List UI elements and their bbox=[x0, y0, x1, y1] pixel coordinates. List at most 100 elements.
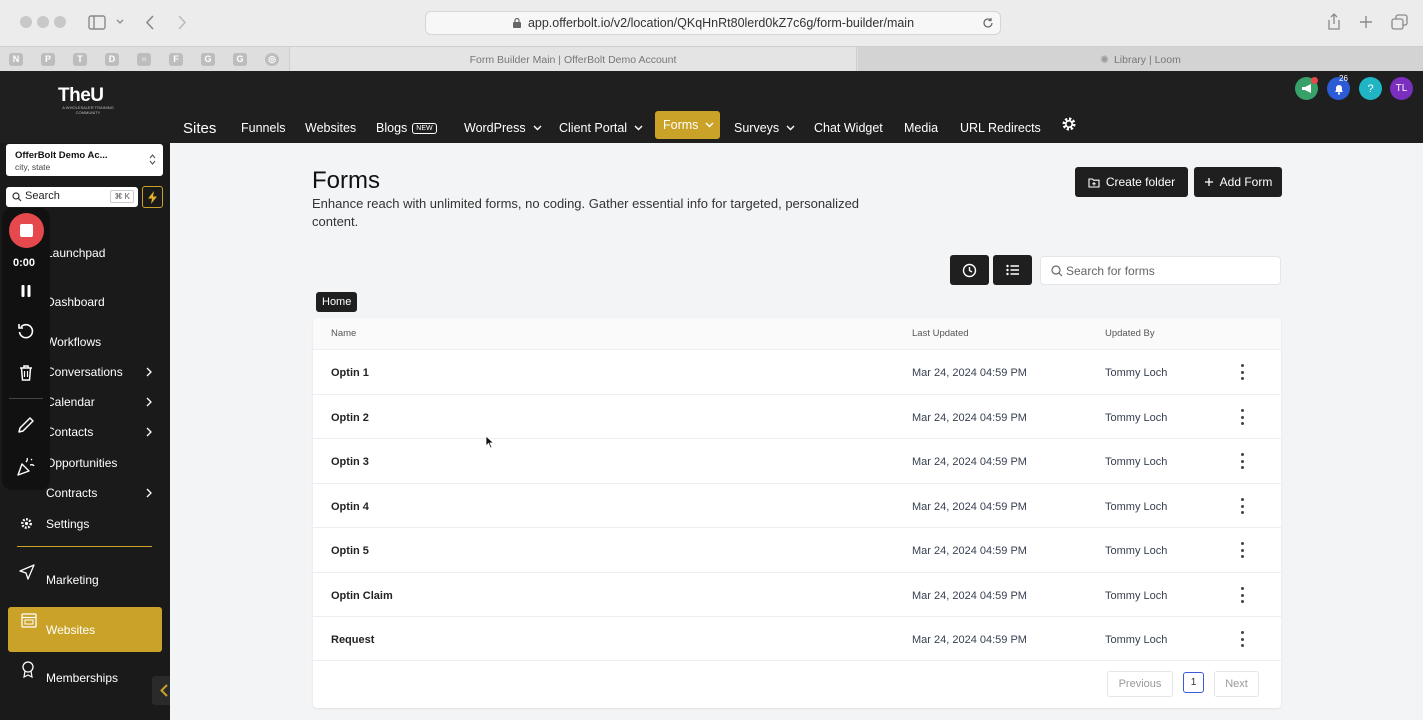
pinned-tab-favicon[interactable]: T bbox=[73, 53, 87, 66]
logo-text: TheU bbox=[58, 85, 104, 106]
nav-url-redirects[interactable]: URL Redirects bbox=[960, 117, 1041, 139]
table-row[interactable]: Optin 3 Mar 24, 2024 04:59 PM Tommy Loch bbox=[313, 438, 1281, 483]
sidebar-item-websites[interactable]: Websites bbox=[8, 607, 162, 652]
table-row[interactable]: Optin 4 Mar 24, 2024 04:59 PM Tommy Loch bbox=[313, 483, 1281, 528]
form-name[interactable]: Optin 1 bbox=[331, 350, 369, 395]
pinned-tab-favicon[interactable]: N bbox=[9, 53, 23, 66]
pencil-icon[interactable] bbox=[17, 416, 35, 434]
tab-form-builder[interactable]: Form Builder Main | OfferBolt Demo Accou… bbox=[289, 47, 857, 72]
table-row[interactable]: Optin 1 Mar 24, 2024 04:59 PM Tommy Loch bbox=[313, 349, 1281, 394]
nav-media[interactable]: Media bbox=[904, 117, 938, 139]
forms-search-input[interactable]: Search for forms bbox=[1040, 256, 1281, 285]
nav-websites[interactable]: Websites bbox=[305, 117, 356, 139]
nav-forms[interactable]: Forms bbox=[655, 111, 720, 139]
table-row[interactable]: Optin 5 Mar 24, 2024 04:59 PM Tommy Loch bbox=[313, 527, 1281, 572]
pagination-previous-button[interactable]: Previous bbox=[1107, 671, 1173, 697]
reload-icon[interactable] bbox=[982, 17, 994, 29]
more-actions-icon[interactable] bbox=[1239, 587, 1245, 603]
logo[interactable]: TheU bbox=[58, 85, 104, 107]
pagination-page-button[interactable]: 1 bbox=[1183, 672, 1204, 693]
sidebar-toggle-icon[interactable] bbox=[88, 15, 106, 30]
pause-icon[interactable] bbox=[20, 284, 32, 298]
form-name[interactable]: Optin 5 bbox=[331, 528, 369, 573]
sidebar-item-contacts[interactable]: Contacts bbox=[46, 425, 152, 439]
more-actions-icon[interactable] bbox=[1239, 542, 1245, 558]
confetti-icon[interactable] bbox=[16, 457, 36, 476]
new-tab-icon[interactable] bbox=[1359, 15, 1373, 29]
share-icon[interactable] bbox=[1326, 13, 1342, 31]
sidebar-item-settings[interactable]: Settings bbox=[46, 517, 89, 531]
pinned-tab-favicon[interactable]: G bbox=[201, 53, 215, 66]
recent-view-button[interactable] bbox=[950, 255, 989, 285]
nav-funnels[interactable]: Funnels bbox=[241, 117, 285, 139]
sidebar-item-label: Conversations bbox=[46, 365, 123, 379]
pinned-tab-favicon[interactable]: ◎ bbox=[265, 53, 279, 66]
avatar[interactable]: TL bbox=[1390, 77, 1413, 100]
more-actions-icon[interactable] bbox=[1239, 409, 1245, 425]
add-form-button[interactable]: Add Form bbox=[1194, 167, 1282, 197]
nav-client-portal[interactable]: Client Portal bbox=[559, 117, 643, 139]
nav-wordpress[interactable]: WordPress bbox=[464, 117, 542, 139]
stop-recording-button[interactable] bbox=[9, 213, 44, 248]
sidebar-search-input[interactable]: Search ⌘ K bbox=[6, 187, 138, 207]
sidebar-item-contracts[interactable]: Contracts bbox=[46, 486, 152, 500]
gear-icon[interactable] bbox=[1061, 116, 1077, 132]
announcement-button[interactable] bbox=[1295, 77, 1318, 100]
search-placeholder: Search for forms bbox=[1066, 264, 1155, 278]
restart-icon[interactable] bbox=[17, 322, 35, 340]
chevron-right-icon bbox=[146, 488, 152, 498]
pinned-tab-favicon[interactable]: P bbox=[41, 53, 55, 66]
more-actions-icon[interactable] bbox=[1239, 631, 1245, 647]
table-row[interactable]: Request Mar 24, 2024 04:59 PM Tommy Loch bbox=[313, 616, 1281, 661]
account-switcher[interactable]: OfferBolt Demo Ac... city, state bbox=[6, 144, 163, 176]
form-name[interactable]: Optin 3 bbox=[331, 439, 369, 484]
tab-loom-library[interactable]: ✺ Library | Loom bbox=[858, 47, 1423, 72]
form-name[interactable]: Request bbox=[331, 617, 374, 662]
list-view-button[interactable] bbox=[993, 255, 1032, 285]
pinned-tab-favicon[interactable]: D bbox=[105, 53, 119, 66]
sidebar-item-calendar[interactable]: Calendar bbox=[46, 395, 152, 409]
window-zoom-button[interactable] bbox=[54, 16, 66, 28]
pinned-tab-favicon[interactable]: F bbox=[169, 53, 183, 66]
help-button[interactable]: ? bbox=[1359, 77, 1382, 100]
sidebar-item-marketing[interactable]: Marketing bbox=[46, 573, 99, 587]
sidebar-item-workflows[interactable]: Workflows bbox=[46, 335, 101, 349]
nav-surveys[interactable]: Surveys bbox=[734, 117, 795, 139]
pinned-tab-favicon[interactable]: ♅ bbox=[137, 53, 151, 66]
pagination-next-button[interactable]: Next bbox=[1214, 671, 1259, 697]
column-header-updated-by[interactable]: Updated By bbox=[1105, 328, 1155, 339]
chevron-down-icon bbox=[634, 125, 643, 131]
forward-icon[interactable] bbox=[177, 15, 187, 30]
sidebar-item-dashboard[interactable]: Dashboard bbox=[46, 295, 105, 309]
table-row[interactable]: Optin Claim Mar 24, 2024 04:59 PM Tommy … bbox=[313, 572, 1281, 617]
column-header-name[interactable]: Name bbox=[331, 328, 356, 339]
chevron-down-icon[interactable] bbox=[116, 19, 124, 25]
more-actions-icon[interactable] bbox=[1239, 453, 1245, 469]
more-actions-icon[interactable] bbox=[1239, 364, 1245, 380]
form-name[interactable]: Optin 4 bbox=[331, 484, 369, 529]
trash-icon[interactable] bbox=[19, 364, 33, 381]
tab-overview-icon[interactable] bbox=[1391, 14, 1408, 30]
window-close-button[interactable] bbox=[20, 16, 32, 28]
quick-actions-button[interactable] bbox=[142, 186, 163, 208]
nav-label: Websites bbox=[305, 121, 357, 135]
sidebar-item-label: Launchpad bbox=[46, 246, 106, 260]
sidebar-item-launchpad[interactable]: Launchpad bbox=[46, 246, 105, 260]
sidebar-item-opportunities[interactable]: Opportunities bbox=[46, 456, 117, 470]
sidebar-item-memberships[interactable]: Memberships bbox=[46, 671, 118, 685]
sidebar-item-conversations[interactable]: Conversations bbox=[46, 365, 152, 379]
nav-blogs[interactable]: Blogs NEW bbox=[376, 117, 437, 139]
more-actions-icon[interactable] bbox=[1239, 498, 1245, 514]
table-row[interactable]: Optin 2 Mar 24, 2024 04:59 PM Tommy Loch bbox=[313, 394, 1281, 439]
column-header-last-updated[interactable]: Last Updated bbox=[912, 328, 969, 339]
settings-gear-icon bbox=[21, 518, 32, 529]
form-name[interactable]: Optin 2 bbox=[331, 395, 369, 440]
pinned-tab-favicon[interactable]: G bbox=[233, 53, 247, 66]
back-icon[interactable] bbox=[145, 15, 155, 30]
breadcrumb-home[interactable]: Home bbox=[316, 292, 358, 312]
form-name[interactable]: Optin Claim bbox=[331, 573, 393, 618]
window-minimize-button[interactable] bbox=[37, 16, 49, 28]
nav-chat-widget[interactable]: Chat Widget bbox=[814, 117, 883, 139]
create-folder-button[interactable]: Create folder bbox=[1075, 167, 1188, 197]
address-bar[interactable]: app.offerbolt.io/v2/location/QKqHnRt80le… bbox=[425, 11, 1001, 35]
